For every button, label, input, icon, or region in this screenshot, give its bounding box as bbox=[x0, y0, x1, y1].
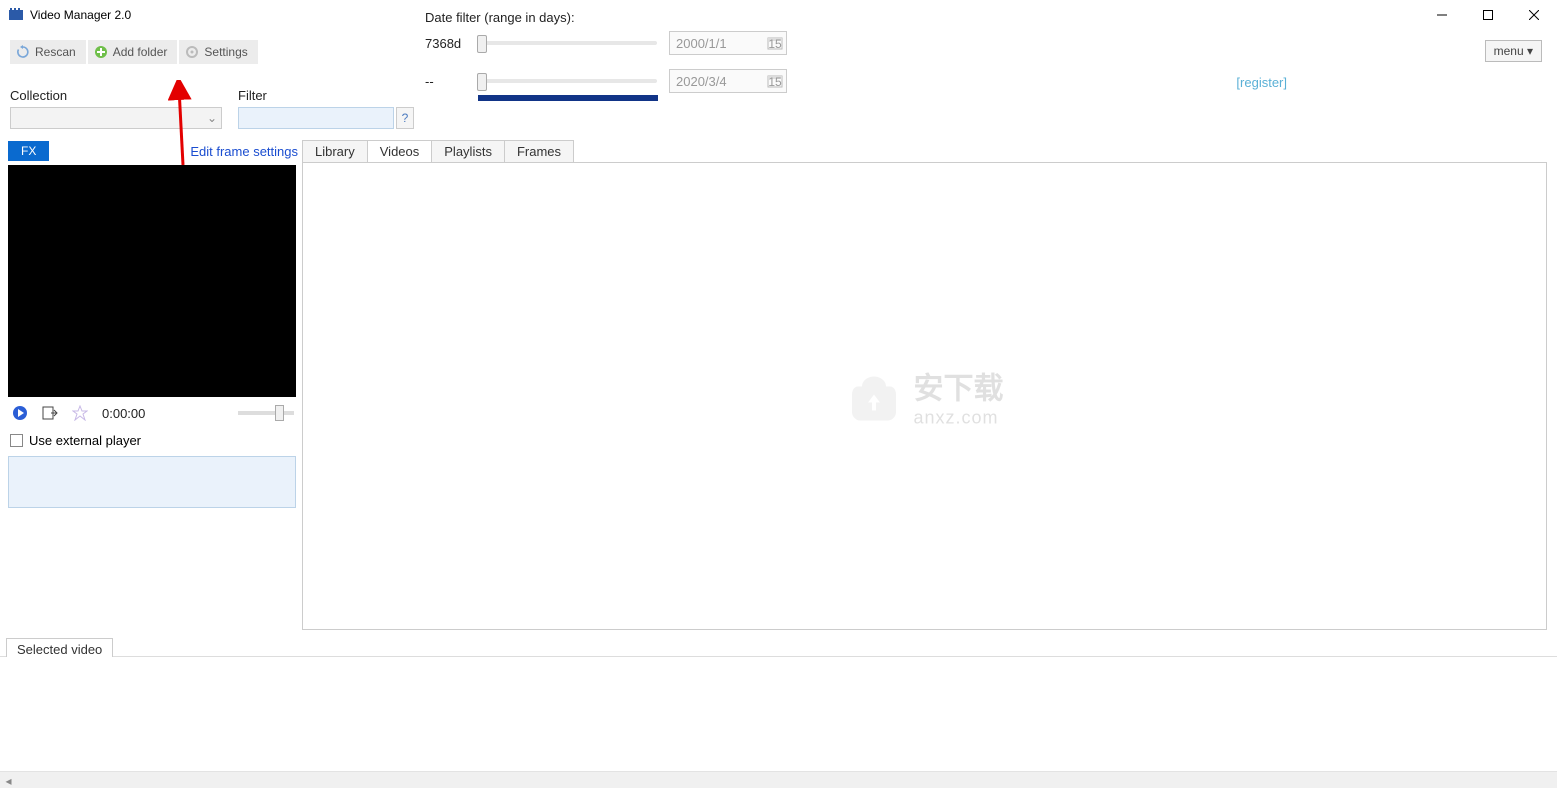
date-dash: -- bbox=[425, 74, 477, 89]
external-player-checkbox[interactable] bbox=[10, 434, 23, 447]
tab-frames[interactable]: Frames bbox=[504, 140, 574, 162]
window-controls bbox=[1419, 0, 1557, 30]
tab-playlists[interactable]: Playlists bbox=[431, 140, 505, 162]
main-tabs: Library Videos Playlists Frames bbox=[302, 140, 1547, 162]
svg-text:15: 15 bbox=[768, 37, 782, 51]
date-filter-section: Date filter (range in days): 7368d 15 --… bbox=[425, 10, 787, 107]
date-to-slider[interactable] bbox=[477, 79, 657, 83]
settings-label: Settings bbox=[204, 45, 247, 59]
filter-input[interactable] bbox=[238, 107, 394, 129]
plus-icon bbox=[94, 45, 108, 59]
close-button[interactable] bbox=[1511, 0, 1557, 30]
playback-time: 0:00:00 bbox=[102, 406, 145, 421]
volume-slider[interactable] bbox=[238, 411, 294, 415]
watermark: 安下载 anxz.com bbox=[846, 364, 1004, 429]
tab-videos[interactable]: Videos bbox=[367, 140, 433, 162]
scroll-left-icon[interactable]: ◂ bbox=[0, 772, 17, 789]
date-from-slider[interactable] bbox=[477, 41, 657, 45]
chevron-down-icon: ⌄ bbox=[207, 111, 217, 125]
external-player-label: Use external player bbox=[29, 433, 141, 448]
star-icon[interactable] bbox=[72, 405, 88, 421]
date-filter-title: Date filter (range in days): bbox=[425, 10, 787, 25]
svg-text:15: 15 bbox=[768, 75, 782, 89]
horizontal-scrollbar[interactable]: ◂ bbox=[0, 771, 1557, 788]
tab-library[interactable]: Library bbox=[302, 140, 368, 162]
collection-label: Collection bbox=[10, 88, 222, 103]
main-content[interactable]: 安下载 anxz.com bbox=[302, 162, 1547, 630]
fx-tab[interactable]: FX bbox=[8, 141, 49, 161]
bottom-tabs: Selected video bbox=[6, 642, 113, 657]
app-icon bbox=[8, 7, 24, 23]
slider-thumb[interactable] bbox=[477, 35, 487, 53]
menu-button[interactable]: menu ▾ bbox=[1485, 40, 1542, 62]
player-controls: 0:00:00 bbox=[8, 397, 298, 429]
add-folder-label: Add folder bbox=[113, 45, 168, 59]
register-link[interactable]: [register] bbox=[1236, 75, 1287, 90]
filter-label: Filter bbox=[238, 88, 414, 103]
slider-thumb[interactable] bbox=[275, 405, 284, 421]
collection-select[interactable]: ⌄ bbox=[10, 107, 222, 129]
edit-frame-settings-link[interactable]: Edit frame settings bbox=[190, 144, 298, 159]
filter-help-button[interactable]: ? bbox=[396, 107, 414, 129]
rescan-button[interactable]: Rescan bbox=[10, 40, 86, 64]
window-title: Video Manager 2.0 bbox=[30, 8, 131, 22]
info-box bbox=[8, 456, 296, 508]
collection-filter-row: Collection ⌄ Filter ? bbox=[10, 88, 414, 129]
slider-thumb[interactable] bbox=[477, 73, 487, 91]
refresh-icon bbox=[16, 45, 30, 59]
gear-icon bbox=[185, 45, 199, 59]
rescan-label: Rescan bbox=[35, 45, 76, 59]
left-panel: FX Edit frame settings 0:00:00 Use exter… bbox=[8, 140, 298, 508]
date-range-days: 7368d bbox=[425, 36, 477, 51]
main-area: Library Videos Playlists Frames 安下载 anxz… bbox=[302, 140, 1547, 630]
calendar-icon[interactable]: 15 bbox=[767, 73, 783, 89]
bottom-content: ◂ bbox=[0, 657, 1557, 788]
play-icon[interactable] bbox=[12, 405, 28, 421]
settings-button[interactable]: Settings bbox=[179, 40, 257, 64]
add-folder-button[interactable]: Add folder bbox=[88, 40, 178, 64]
export-icon[interactable] bbox=[42, 405, 58, 421]
maximize-button[interactable] bbox=[1465, 0, 1511, 30]
calendar-icon[interactable]: 15 bbox=[767, 35, 783, 51]
video-preview[interactable] bbox=[8, 165, 296, 397]
date-range-bar bbox=[478, 95, 658, 101]
minimize-button[interactable] bbox=[1419, 0, 1465, 30]
